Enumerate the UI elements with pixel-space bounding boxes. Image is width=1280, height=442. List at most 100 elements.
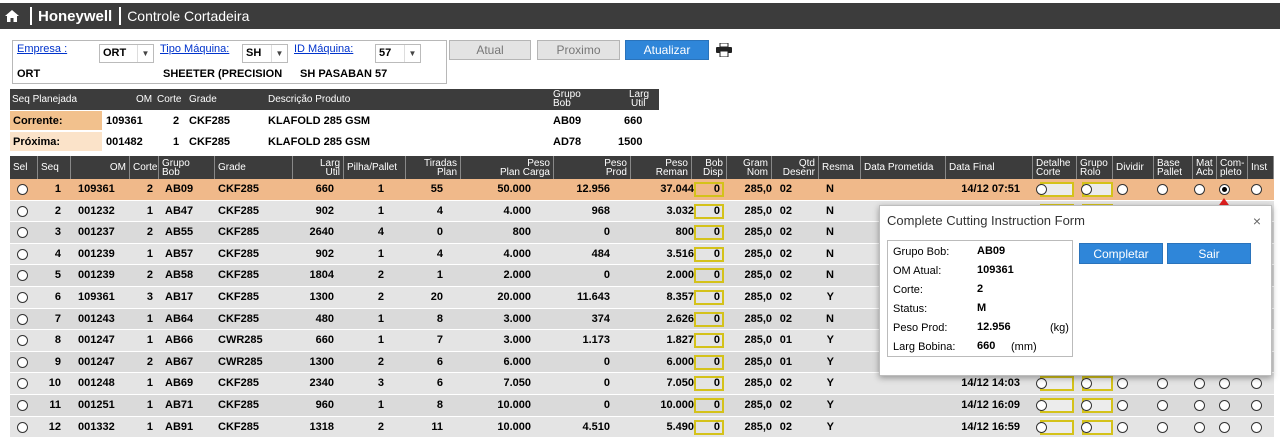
base-pallet-radio[interactable] [1157,399,1168,411]
completo-radio[interactable] [1219,184,1230,195]
dividir-radio[interactable] [1117,378,1128,390]
row-select-radio[interactable] [17,248,28,260]
dividir-radio[interactable] [1117,399,1128,411]
cell-gram: 285,0 [744,269,772,282]
cell-bob-disp[interactable]: 0 [694,182,724,197]
tipo-maquina-select[interactable]: SH ▼ [242,44,288,63]
col-header-label: Sel [13,162,28,173]
dividir-radio[interactable] [1117,421,1128,433]
base-pallet-radio[interactable] [1157,378,1168,390]
base-pallet-radio[interactable] [1157,184,1168,195]
cell-bob-disp[interactable]: 0 [694,333,724,349]
table-row[interactable]: 12 001332 1 AB91 CKF285 1318 2 11 10.000 4.510 5.4… [10,416,1274,439]
completo-radio[interactable] [1219,399,1230,411]
mat-acb-radio[interactable] [1194,421,1205,433]
cell-tiradas: 6 [436,355,443,368]
grupo-rolo-radio[interactable] [1081,399,1092,411]
completar-button[interactable]: Completar [1079,243,1163,264]
cell-larg: 1300 [309,355,334,368]
cell-bob-disp[interactable]: 0 [694,397,724,413]
cell-pilha: 1 [377,247,384,260]
row-select-radio[interactable] [17,184,28,195]
col-header-bob: Bob Disp [692,156,727,179]
col-header-label: Corte [133,162,158,173]
col-header-detalhe: Detalhe Corte [1033,156,1077,179]
col-header-seq: Seq [38,156,71,179]
cell-bob-disp[interactable]: 0 [694,289,724,305]
cell-bob-disp[interactable]: 0 [694,225,724,241]
row-select-radio[interactable] [17,356,28,368]
home-icon[interactable] [0,3,24,29]
cell-gram: 285,0 [744,420,772,433]
table-row[interactable]: 11 001251 1 AB71 CKF285 960 1 8 10.000 0 10.000 285… [10,394,1274,417]
row-select-radio[interactable] [17,421,28,433]
mat-acb-radio[interactable] [1194,378,1205,390]
cell-tiradas: 4 [436,204,443,217]
detalhe-corte-radio[interactable] [1036,399,1047,411]
empresa-label[interactable]: Empresa : [17,43,67,55]
cell-resma: N [826,247,834,260]
sair-button[interactable]: Sair [1167,243,1251,264]
cell-seq: 6 [54,290,61,303]
col-header-grupo-rolo: Grupo Rolo [1077,156,1113,179]
cell-peso-prod: 11.643 [576,290,610,303]
row-select-radio[interactable] [17,291,28,303]
corrente-grade: CKF285 [189,115,230,127]
row-select-radio[interactable] [17,313,28,325]
cell-bob-disp[interactable]: 0 [694,311,724,327]
cell-resma: Y [826,377,834,390]
mat-acb-radio[interactable] [1194,399,1205,411]
empresa-select[interactable]: ORT ▼ [99,44,154,63]
cell-peso-reman: 5.490 [666,420,694,433]
atualizar-button[interactable]: Atualizar [625,40,709,60]
inst-radio[interactable] [1251,421,1262,433]
cell-bob-disp[interactable]: 0 [694,203,724,219]
col-header-label: Pilha/Pallet [347,162,398,173]
col-header-label: Grupo Bob [162,157,190,178]
mat-acb-radio[interactable] [1194,184,1205,195]
inst-radio[interactable] [1251,378,1262,390]
row-select-radio[interactable] [17,399,28,411]
cell-bob-disp[interactable]: 0 [694,354,724,370]
plan-header-util: Util [631,98,646,109]
completo-radio[interactable] [1219,378,1230,390]
table-row[interactable]: 1 109361 2 AB09 CKF285 660 1 55 50.000 12.956 37.0… [10,179,1274,201]
row-select-radio[interactable] [17,378,28,390]
inst-radio[interactable] [1251,399,1262,411]
cell-grupo: AB57 [165,247,194,260]
cell-bob-disp[interactable]: 0 [694,376,724,392]
printer-icon[interactable] [716,43,732,57]
atual-button[interactable]: Atual [449,40,531,60]
larg-bobina-label: Larg Bobina: [893,341,956,353]
table-row[interactable]: 10 001248 1 AB69 CKF285 2340 3 6 7.050 0 7.050 285,… [10,373,1274,395]
row-select-radio[interactable] [17,270,28,282]
col-header-om: OM [71,156,130,179]
completo-radio[interactable] [1219,421,1230,433]
close-icon[interactable]: × [1253,213,1261,229]
row-select-radio[interactable] [17,227,28,239]
cell-seq: 1 [54,183,61,195]
row-select-radio[interactable] [17,335,28,347]
cell-larg: 2640 [309,226,334,239]
dividir-radio[interactable] [1117,184,1128,195]
grupo-rolo-radio[interactable] [1081,184,1092,195]
cell-grupo: AB55 [165,226,194,239]
cell-gram: 285,0 [744,377,772,390]
col-header-label: Data Final [949,162,995,173]
grupo-rolo-radio[interactable] [1081,421,1092,433]
row-select-radio[interactable] [17,205,28,217]
inst-radio[interactable] [1251,184,1262,195]
separator [119,7,122,25]
id-maquina-select[interactable]: 57 ▼ [375,44,421,63]
cell-bob-disp[interactable]: 0 [694,419,724,435]
om-atual-label: OM Atual: [893,265,942,277]
detalhe-corte-radio[interactable] [1036,184,1047,195]
detalhe-corte-radio[interactable] [1036,421,1047,433]
base-pallet-radio[interactable] [1157,421,1168,433]
col-header-label: Seq [41,162,59,173]
proximo-button[interactable]: Proximo [537,40,620,60]
cell-bob-disp[interactable]: 0 [694,268,724,284]
tipo-maquina-label[interactable]: Tipo Máquina: [160,43,229,55]
id-maquina-label[interactable]: ID Máquina: [294,43,353,55]
cell-bob-disp[interactable]: 0 [694,246,724,262]
